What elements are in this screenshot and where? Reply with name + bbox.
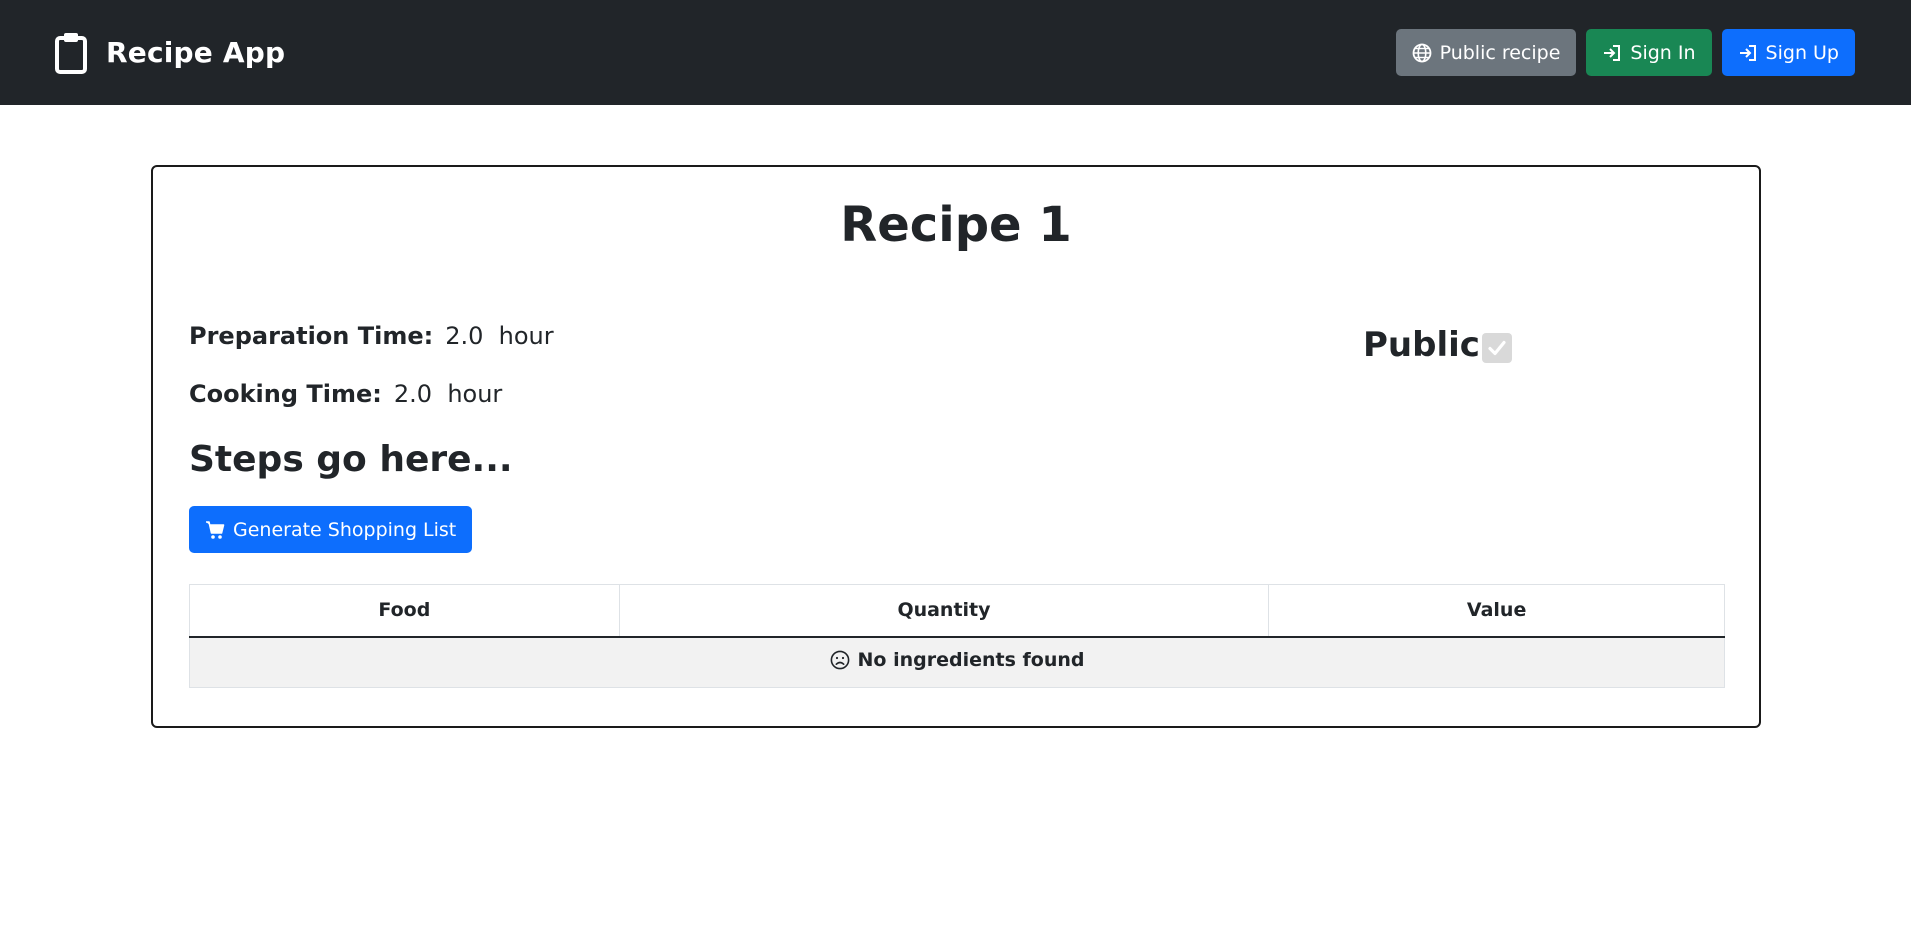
sign-in-icon (1604, 44, 1621, 61)
frown-icon (830, 650, 849, 670)
brand-title: Recipe App (106, 36, 286, 69)
empty-state-message: No ingredients found (857, 649, 1085, 672)
ingredients-table: Food Quantity Value No ingredients found (189, 584, 1725, 688)
cart-icon (206, 520, 225, 539)
column-header-value[interactable]: Value (1268, 584, 1725, 638)
sign-up-button[interactable]: Sign Up (1721, 29, 1855, 76)
nav-actions: Public recipe Sign In Sign Up (1395, 29, 1855, 76)
preparation-time-label: Preparation Time: (189, 322, 434, 350)
public-recipe-button[interactable]: Public recipe (1395, 29, 1577, 76)
public-toggle: Public (1363, 325, 1512, 365)
checkmark-icon (1488, 340, 1506, 356)
empty-state-cell: No ingredients found (189, 636, 1725, 688)
table-header-row: Food Quantity Value (189, 584, 1725, 638)
brand[interactable]: Recipe App (54, 32, 285, 74)
clipboard-icon (55, 32, 87, 74)
public-recipe-label: Public recipe (1439, 41, 1561, 64)
column-header-food[interactable]: Food (189, 584, 620, 638)
cooking-time-row: Cooking Time: 2.0 hour (189, 380, 502, 408)
public-label: Public (1363, 325, 1480, 365)
sign-up-label: Sign Up (1765, 41, 1839, 64)
recipe-title: Recipe 1 (840, 197, 1072, 253)
column-header-quantity[interactable]: Quantity (618, 584, 1270, 638)
sign-in-label: Sign In (1630, 41, 1696, 64)
public-checkbox[interactable] (1481, 333, 1512, 363)
sign-in-button[interactable]: Sign In (1586, 29, 1712, 76)
generate-shopping-list-label: Generate Shopping List (233, 518, 457, 541)
empty-state: No ingredients found (830, 649, 1085, 672)
cooking-time-label: Cooking Time: (189, 380, 382, 408)
sign-in-icon (1739, 44, 1756, 61)
cooking-time-value: 2.0 hour (393, 380, 503, 408)
recipe-card: Recipe 1 Preparation Time: 2.0 hour Cook… (151, 165, 1761, 728)
globe-icon (1412, 43, 1431, 62)
table-row: No ingredients found (189, 636, 1725, 688)
preparation-time-value: 2.0 hour (445, 322, 554, 350)
preparation-time-row: Preparation Time: 2.0 hour (189, 322, 554, 350)
generate-shopping-list-button[interactable]: Generate Shopping List (189, 506, 473, 553)
navbar: Recipe App Public recipe Sign In Sign Up (0, 0, 1911, 105)
steps-heading: Steps go here... (189, 439, 513, 480)
